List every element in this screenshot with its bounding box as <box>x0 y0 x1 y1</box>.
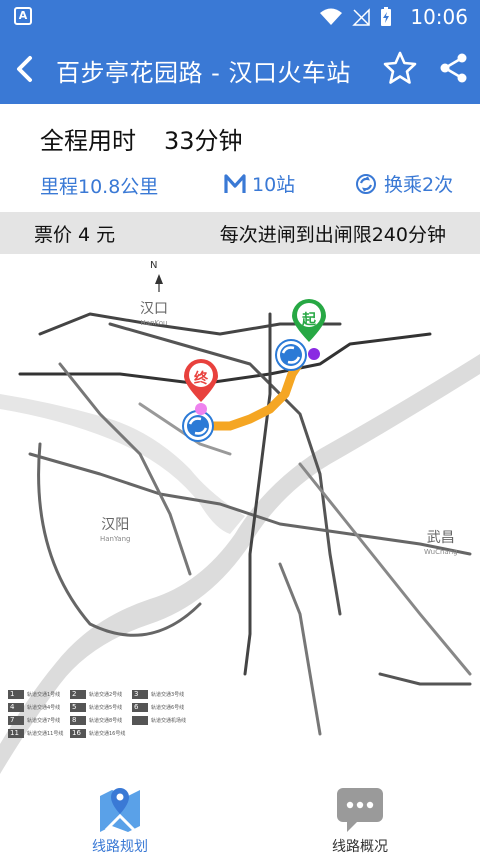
legend-swatch: 1 <box>8 690 24 699</box>
status-bar: A 10:06 <box>0 0 480 34</box>
compass-icon <box>155 274 163 292</box>
transfer-marker <box>182 410 214 442</box>
legend-text: 轨道交通16号线 <box>89 731 126 737</box>
route-stats: 里程10.8公里 10站 换乘2次 <box>0 168 480 202</box>
legend-swatch: 5 <box>70 703 86 712</box>
legend-swatch <box>132 716 148 725</box>
legend-text: 轨道交通1号线 <box>27 692 61 698</box>
app-notification-icon: A <box>14 7 32 25</box>
legend-swatch: 4 <box>8 703 24 712</box>
bottom-navigation: 线路规划 线路概况 <box>0 776 480 855</box>
tab-line-overview-label: 线路概况 <box>332 839 388 855</box>
page-title: 百步亭花园路 - 汉口火车站 <box>56 59 351 87</box>
district-name-en: WuChang <box>424 548 458 556</box>
legend-swatch: 7 <box>8 716 24 725</box>
app-bar: 百步亭花园路 - 汉口火车站 <box>0 34 480 104</box>
duration-label: 全程用时 <box>40 127 136 155</box>
status-time: 10:06 <box>410 5 468 29</box>
district-name: 汉口 <box>140 301 168 317</box>
legend-swatch: 2 <box>70 690 86 699</box>
legend-text: 轨道交通3号线 <box>151 692 185 698</box>
legend-item: 2 轨道交通2号线 <box>70 690 122 699</box>
line-1 <box>18 332 432 386</box>
time-limit-text: 每次进闸到出闸限240分钟 <box>219 224 446 246</box>
legend-item: 8 轨道交通8号线 <box>70 716 122 725</box>
legend-item: 轨道交通机场线 <box>132 716 186 725</box>
station-count: 10站 <box>224 170 295 197</box>
legend-swatch: 16 <box>70 729 86 738</box>
legend-item: 16 轨道交通16号线 <box>70 729 125 738</box>
line-8 <box>298 462 472 676</box>
district-name-en: HanKou <box>140 319 168 327</box>
station-count-text: 10站 <box>252 174 296 196</box>
legend-item: 5 轨道交通5号线 <box>70 703 122 712</box>
district-hankou: 汉口 HanKou <box>140 302 168 330</box>
legend-item: 7 轨道交通7号线 <box>8 716 60 725</box>
legend-text: 轨道交通8号线 <box>89 718 123 724</box>
district-wuchang: 武昌 WuChang <box>424 531 458 559</box>
duration-value: 33分钟 <box>164 127 243 155</box>
legend-text: 轨道交通2号线 <box>89 692 123 698</box>
fare-text: 票价 4 元 <box>34 224 116 246</box>
battery-charging-icon <box>381 7 391 26</box>
transfer-count-text: 换乘2次 <box>384 174 454 196</box>
legend-text: 轨道交通4号线 <box>27 705 61 711</box>
route-planning-icon <box>100 788 140 832</box>
end-label: 终 <box>194 371 208 387</box>
no-signal-icon <box>352 8 370 26</box>
legend-swatch: 3 <box>132 690 148 699</box>
back-arrow-icon[interactable] <box>10 52 40 86</box>
legend-text: 轨道交通5号线 <box>89 705 123 711</box>
chat-bubble-icon <box>337 788 383 832</box>
transfer-count: 换乘2次 <box>356 170 453 197</box>
legend-item: 3 轨道交通3号线 <box>132 690 184 699</box>
start-label: 起 <box>302 312 316 328</box>
total-duration: 全程用时 33分钟 <box>40 121 243 156</box>
district-name: 武昌 <box>426 530 455 546</box>
favorite-star-icon[interactable] <box>382 50 418 86</box>
legend-swatch: 11 <box>8 729 24 738</box>
compass-label: N <box>150 260 158 271</box>
route-summary: 全程用时 33分钟 里程10.8公里 10站 换乘2次 <box>0 104 480 212</box>
tab-line-overview[interactable]: 线路概况 <box>300 784 420 855</box>
legend-swatch: 6 <box>132 703 148 712</box>
metro-icon <box>224 173 246 193</box>
tab-route-planning-label: 线路规划 <box>92 839 148 855</box>
line-11 <box>378 672 472 686</box>
share-icon[interactable] <box>438 52 470 84</box>
legend-text: 轨道交通11号线 <box>27 731 64 737</box>
status-icons <box>320 7 392 27</box>
legend-text: 轨道交通6号线 <box>151 705 185 711</box>
legend-item: 4 轨道交通4号线 <box>8 703 60 712</box>
legend-text: 轨道交通机场线 <box>151 718 187 724</box>
district-hanyang: 汉阳 HanYang <box>100 518 130 546</box>
legend-item: 1 轨道交通1号线 <box>8 690 60 699</box>
district-name: 汉阳 <box>101 517 130 533</box>
fare-bar: 票价 4 元 每次进闸到出闸限240分钟 <box>0 212 480 254</box>
legend-text: 轨道交通7号线 <box>27 718 61 724</box>
legend-swatch: 8 <box>70 716 86 725</box>
transfer-icon <box>356 173 376 194</box>
wifi-icon <box>320 8 342 25</box>
tab-route-planning[interactable]: 线路规划 <box>60 784 180 855</box>
district-name-en: HanYang <box>100 535 131 543</box>
transfer-marker <box>275 339 307 371</box>
metro-map[interactable]: N 起 终 汉口 HanKou 汉阳 HanYang 武昌 WuChang 1轨… <box>0 254 480 776</box>
legend-item: 11 轨道交通11号线 <box>8 729 63 738</box>
legend-item: 6 轨道交通6号线 <box>132 703 184 712</box>
line-16 <box>278 562 322 736</box>
distance-text: 里程10.8公里 <box>40 176 159 198</box>
